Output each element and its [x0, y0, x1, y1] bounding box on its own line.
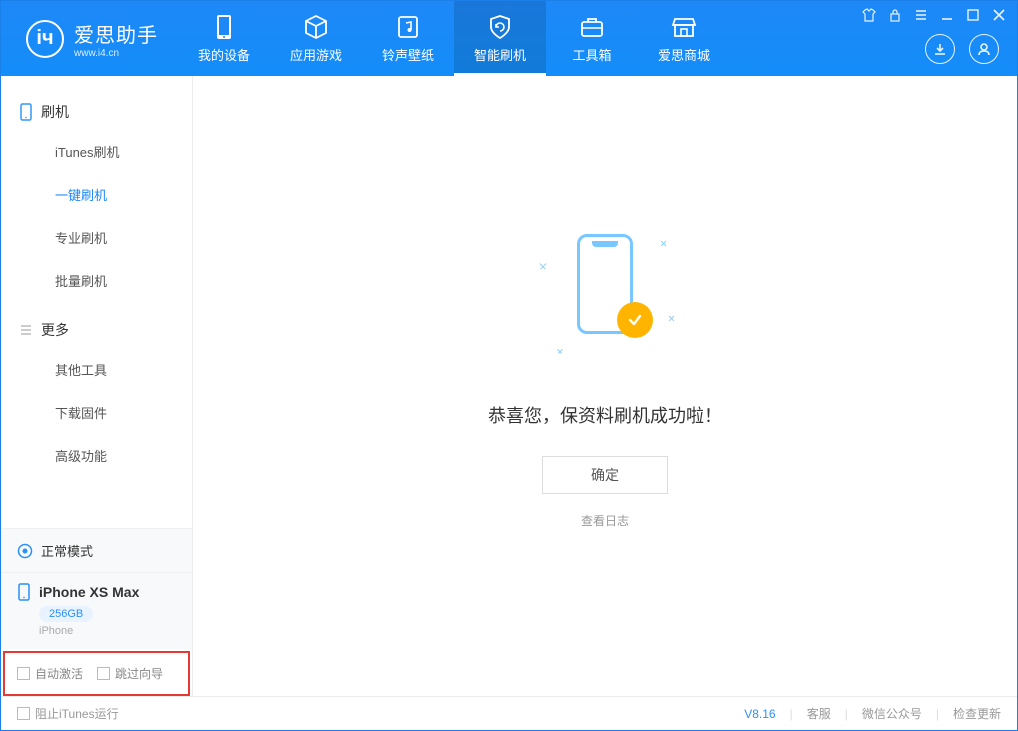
- sidebar-item-pro[interactable]: 专业刷机: [1, 216, 192, 259]
- tab-toolbox[interactable]: 工具箱: [546, 1, 638, 76]
- tab-my-device[interactable]: 我的设备: [178, 1, 270, 76]
- briefcase-icon: [578, 13, 606, 41]
- menu-icon[interactable]: [913, 7, 929, 23]
- checkbox-icon: [17, 707, 30, 720]
- sidebar-item-advanced[interactable]: 高级功能: [1, 434, 192, 477]
- titlebar-actions: [925, 34, 999, 64]
- download-icon[interactable]: [925, 34, 955, 64]
- sparkle-icon: [556, 346, 564, 354]
- status-dot-icon: [17, 543, 33, 559]
- sparkle-icon: [537, 260, 548, 271]
- view-log-link[interactable]: 查看日志: [581, 512, 629, 529]
- list-icon: [19, 323, 33, 337]
- device-info[interactable]: iPhone XS Max 256GB iPhone: [1, 573, 192, 649]
- sidebar-item-batch[interactable]: 批量刷机: [1, 259, 192, 302]
- checkbox-icon: [97, 667, 110, 680]
- device-type: iPhone: [39, 625, 176, 637]
- checkbox-skip-wizard[interactable]: 跳过向导: [97, 665, 163, 682]
- link-update[interactable]: 检查更新: [953, 705, 1001, 722]
- sidebar-item-other[interactable]: 其他工具: [1, 348, 192, 391]
- link-service[interactable]: 客服: [807, 705, 831, 722]
- tab-apps[interactable]: 应用游戏: [270, 1, 362, 76]
- checkbox-icon: [17, 667, 30, 680]
- tab-flash[interactable]: 智能刷机: [454, 1, 546, 76]
- main-content: 恭喜您，保资料刷机成功啦！ 确定 查看日志: [193, 76, 1017, 696]
- check-badge-icon: [617, 302, 653, 338]
- minimize-icon[interactable]: [939, 7, 955, 23]
- device-mode[interactable]: 正常模式: [1, 529, 192, 573]
- app-url: www.i4.cn: [74, 48, 158, 59]
- shirt-icon[interactable]: [861, 7, 877, 23]
- top-tabs: 我的设备 应用游戏 铃声壁纸 智能刷机 工具箱 爱思商城: [178, 1, 730, 76]
- titlebar: iч 爱思助手 www.i4.cn 我的设备 应用游戏 铃声壁纸 智能刷机: [1, 1, 1017, 76]
- sparkle-icon: [667, 313, 677, 323]
- tab-ringtone[interactable]: 铃声壁纸: [362, 1, 454, 76]
- phone-small-icon: [19, 103, 33, 121]
- app-window: iч 爱思助手 www.i4.cn 我的设备 应用游戏 铃声壁纸 智能刷机: [0, 0, 1018, 731]
- logo: iч 爱思助手 www.i4.cn: [1, 19, 178, 59]
- refresh-shield-icon: [486, 13, 514, 41]
- cube-icon: [302, 13, 330, 41]
- sidebar-item-onekey[interactable]: 一键刷机: [1, 173, 192, 216]
- maximize-icon[interactable]: [965, 7, 981, 23]
- sidebar-device-panel: 正常模式 iPhone XS Max 256GB iPhone: [1, 528, 192, 649]
- shop-icon: [670, 13, 698, 41]
- tab-store[interactable]: 爱思商城: [638, 1, 730, 76]
- statusbar: 阻止iTunes运行 V8.16 | 客服 | 微信公众号 | 检查更新: [1, 696, 1017, 730]
- sidebar-section-more: 更多: [1, 312, 192, 348]
- checkbox-auto-activate[interactable]: 自动激活: [17, 665, 83, 682]
- phone-icon: [210, 13, 238, 41]
- user-icon[interactable]: [969, 34, 999, 64]
- highlighted-options: 自动激活 跳过向导: [3, 651, 190, 696]
- close-icon[interactable]: [991, 7, 1007, 23]
- checkbox-block-itunes[interactable]: 阻止iTunes运行: [17, 705, 119, 722]
- sidebar-section-flash: 刷机: [1, 94, 192, 130]
- sparkle-icon: [659, 238, 669, 248]
- app-name: 爱思助手: [74, 19, 158, 48]
- device-storage-badge: 256GB: [39, 606, 93, 622]
- sidebar: 刷机 iTunes刷机 一键刷机 专业刷机 批量刷机 更多 其他工具 下载固件 …: [1, 76, 193, 696]
- music-icon: [394, 13, 422, 41]
- logo-icon: iч: [26, 20, 64, 58]
- success-illustration: [535, 224, 675, 364]
- lock-icon[interactable]: [887, 7, 903, 23]
- version-label: V8.16: [744, 707, 775, 721]
- ok-button[interactable]: 确定: [542, 456, 668, 494]
- device-phone-icon: [17, 583, 31, 601]
- sidebar-item-itunes[interactable]: iTunes刷机: [1, 130, 192, 173]
- body: 刷机 iTunes刷机 一键刷机 专业刷机 批量刷机 更多 其他工具 下载固件 …: [1, 76, 1017, 696]
- link-wechat[interactable]: 微信公众号: [862, 705, 922, 722]
- success-message: 恭喜您，保资料刷机成功啦！: [488, 402, 722, 428]
- window-controls-top: [861, 7, 1007, 23]
- sidebar-item-firmware[interactable]: 下载固件: [1, 391, 192, 434]
